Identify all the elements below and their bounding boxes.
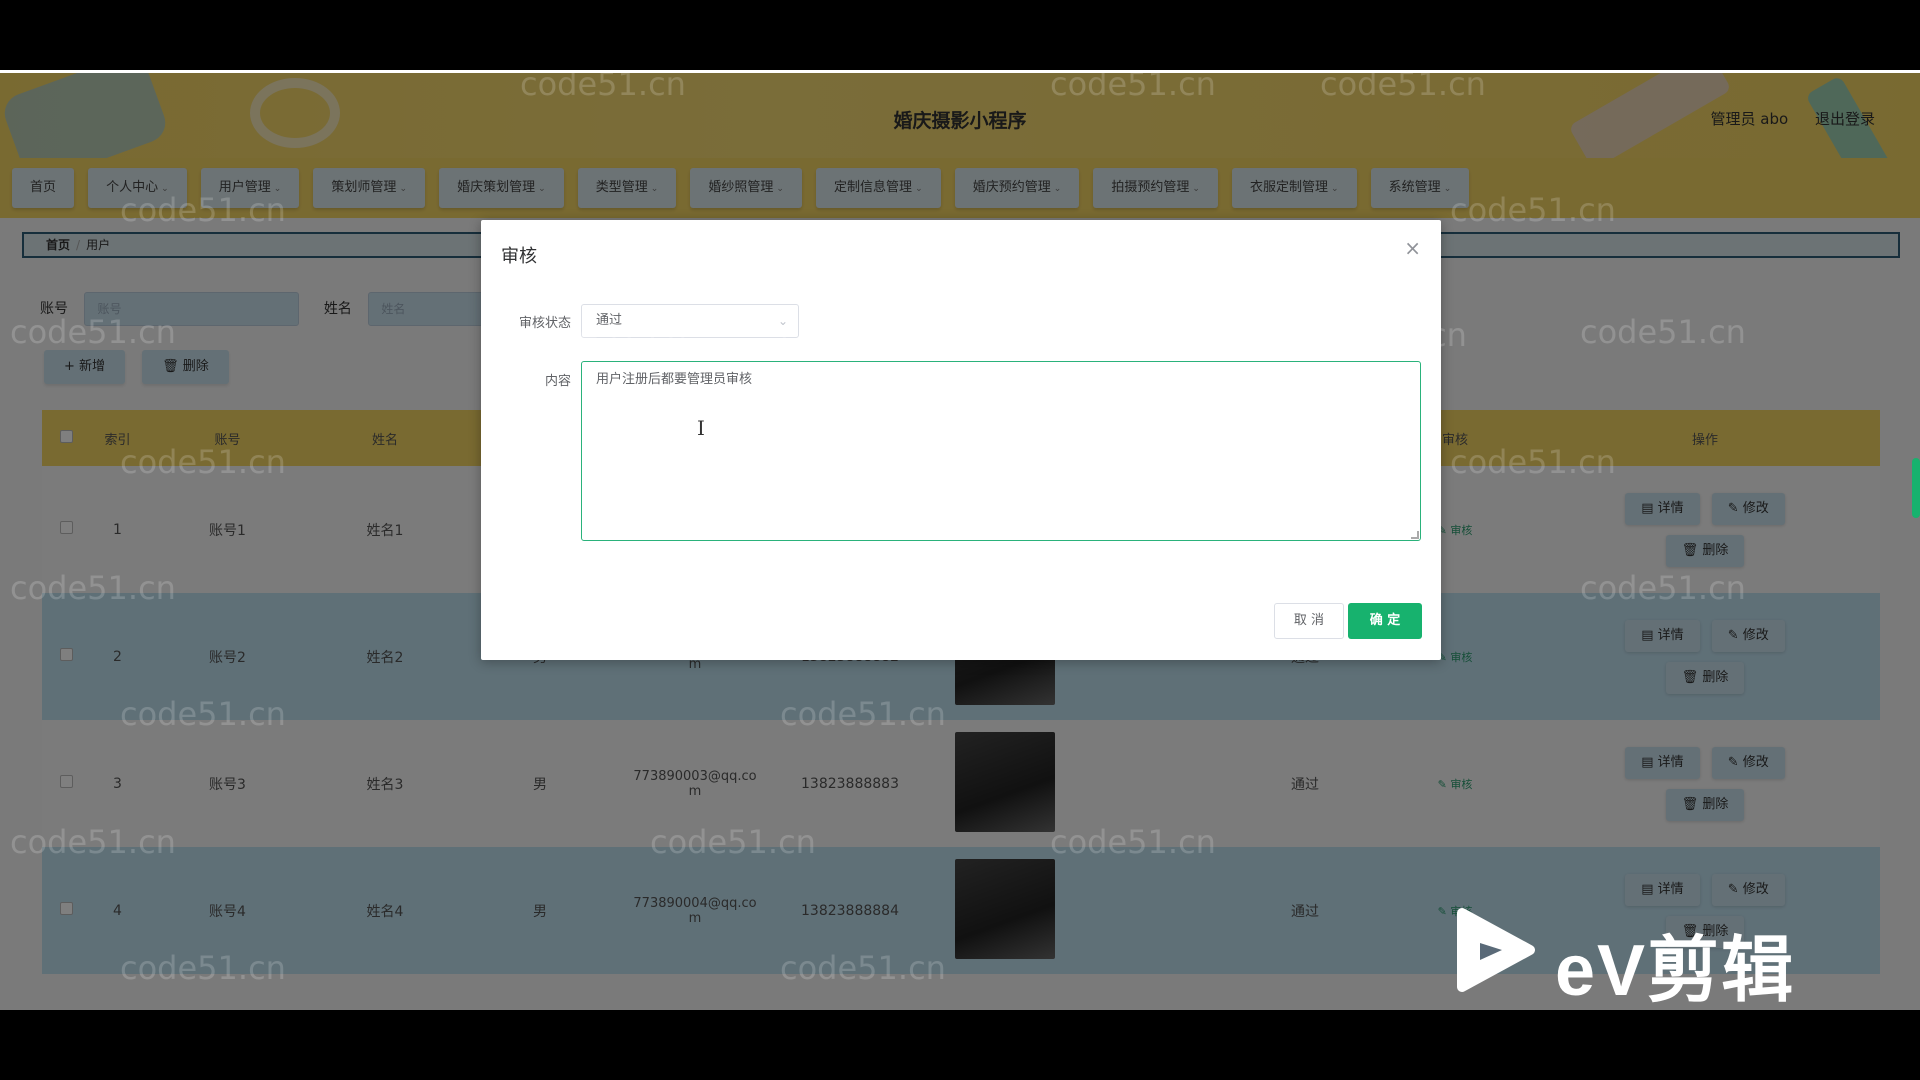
video-letterbox-top [0, 0, 1920, 70]
confirm-button[interactable]: 确 定 [1348, 603, 1422, 639]
resize-handle-icon[interactable] [1411, 531, 1419, 539]
play-icon [1457, 908, 1535, 992]
app-screen: 婚庆摄影小程序 管理员 abo 退出登录 首页 个人中心⌄ 用户管理⌄ 策划师管… [0, 70, 1920, 1010]
audit-content-value: 用户注册后都要管理员审核 [596, 372, 753, 387]
watermark: code51.cn [1041, 316, 1207, 354]
text-cursor-icon: I [697, 416, 705, 440]
cancel-button[interactable]: 取 消 [1274, 603, 1344, 639]
watermark: code51.cn [1041, 568, 1207, 606]
ev-logo-text: eV剪辑 [1555, 931, 1796, 1011]
content-label: 内容 [544, 374, 571, 389]
ev-editor-watermark: eV剪辑 [1450, 905, 1830, 1011]
close-icon[interactable]: × [1404, 236, 1421, 260]
watermark: code51.cn [781, 568, 947, 606]
audit-status-value: 通过 [596, 313, 623, 328]
status-label: 审核状态 [518, 316, 571, 331]
watermark: code51.cn [521, 568, 687, 606]
video-letterbox-bottom [0, 1010, 1920, 1080]
audit-content-textarea[interactable]: 用户注册后都要管理员审核 [581, 361, 1421, 541]
dialog-title: 审核 [501, 246, 537, 267]
audit-status-select[interactable]: 通过 ⌄ [581, 304, 799, 338]
audit-dialog: 审核 × 审核状态 通过 ⌄ 内容 用户注册后都要管理员审核 I code51.… [481, 220, 1467, 660]
scrollbar-thumb[interactable] [1912, 458, 1920, 518]
chevron-down-icon: ⌄ [777, 314, 788, 328]
watermark: code51.cn [781, 316, 947, 354]
